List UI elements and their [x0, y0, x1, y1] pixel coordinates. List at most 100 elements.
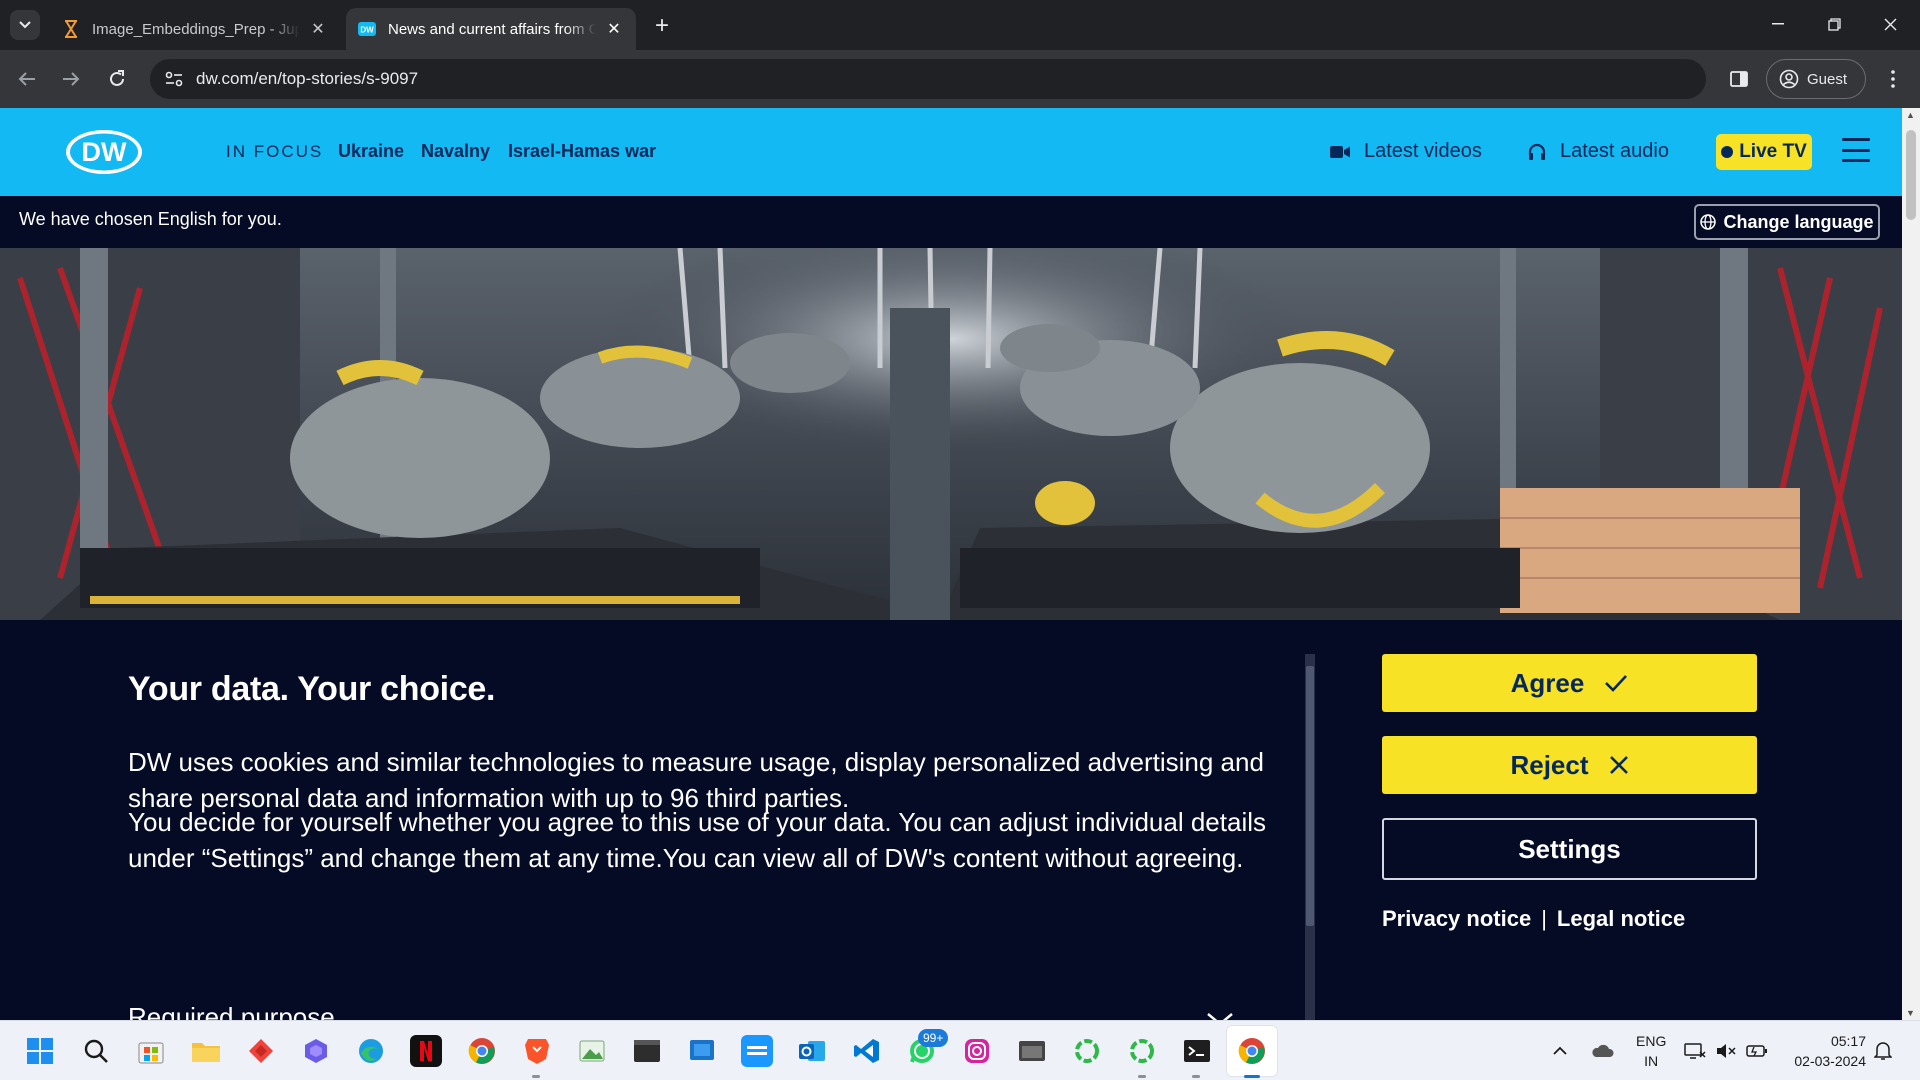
network-icon[interactable]: [1684, 1021, 1706, 1080]
image-viewer-icon[interactable]: [576, 1035, 608, 1067]
language-message: We have chosen English for you.: [19, 209, 282, 229]
video-camera-icon: [1330, 145, 1350, 159]
search-icon[interactable]: [80, 1035, 112, 1067]
legal-notice-link[interactable]: Legal notice: [1557, 906, 1685, 932]
forward-button[interactable]: [56, 64, 86, 94]
browser-tab-jupyter[interactable]: Image_Embeddings_Prep - Jupyter ✕: [50, 8, 340, 50]
change-language-label: Change language: [1723, 211, 1874, 232]
latest-audio-link[interactable]: Latest audio: [1528, 140, 1669, 163]
chrome-icon[interactable]: [466, 1035, 498, 1067]
latest-videos-label: Latest videos: [1364, 140, 1482, 162]
tab-search-button[interactable]: [10, 10, 40, 40]
consent-paragraph-2: You decide for yourself whether you agre…: [128, 807, 1267, 873]
page-scrollbar[interactable]: ▲ ▼: [1902, 108, 1920, 1020]
battery-icon[interactable]: [1746, 1021, 1768, 1080]
window-manager-icon[interactable]: [1016, 1035, 1048, 1067]
side-panel-button[interactable]: [1724, 64, 1754, 94]
reject-button[interactable]: Reject: [1382, 736, 1757, 794]
latest-audio-label: Latest audio: [1560, 140, 1669, 162]
site-settings-icon[interactable]: [154, 59, 194, 99]
legal-links: Privacy notice | Legal notice: [1382, 906, 1685, 932]
agree-button[interactable]: Agree: [1382, 654, 1757, 712]
browser-tab-dw[interactable]: DW News and current affairs from Germany…: [346, 8, 636, 50]
agree-label: Agree: [1510, 667, 1585, 698]
required-purpose-heading[interactable]: Required purpose: [128, 1002, 335, 1020]
command-prompt-icon[interactable]: [1181, 1035, 1213, 1067]
new-tab-button[interactable]: +: [648, 12, 676, 40]
link-separator: |: [1541, 906, 1547, 931]
input-language[interactable]: ENG IN: [1636, 1031, 1666, 1071]
headphones-icon: [1528, 143, 1546, 161]
focus-link-ukraine[interactable]: Ukraine: [338, 141, 404, 162]
browser-menu-button[interactable]: [1878, 64, 1908, 94]
tab-title: News and current affairs from Germany: [388, 20, 596, 38]
live-dot-icon: [1721, 146, 1734, 158]
chrome-icon[interactable]: [1236, 1035, 1268, 1067]
bell-icon: [1874, 1042, 1892, 1060]
focus-link-navalny[interactable]: Navalny: [421, 141, 490, 162]
onedrive-icon[interactable]: [1590, 1021, 1614, 1080]
notifications-button[interactable]: [1874, 1021, 1892, 1080]
profile-icon: [1779, 69, 1799, 89]
change-language-button[interactable]: Change language: [1694, 204, 1880, 240]
loader-icon[interactable]: [1071, 1035, 1103, 1067]
copilot-icon[interactable]: [300, 1035, 332, 1067]
svg-text:DW: DW: [82, 137, 127, 167]
dw-favicon-icon: DW: [358, 20, 376, 38]
file-explorer-icon[interactable]: [190, 1035, 222, 1067]
anydesk-icon[interactable]: [245, 1035, 277, 1067]
loader-icon[interactable]: [1126, 1035, 1158, 1067]
site-header: DW IN FOCUS Ukraine Navalny Israel-Hamas…: [0, 108, 1902, 196]
windows-app-icon[interactable]: [686, 1035, 718, 1067]
close-icon: [1609, 755, 1629, 775]
live-tv-button[interactable]: Live TV: [1716, 134, 1812, 170]
back-button[interactable]: [12, 64, 42, 94]
focus-link-israel-hamas-war[interactable]: Israel-Hamas war: [508, 141, 656, 162]
scroll-up-icon[interactable]: ▲: [1906, 110, 1915, 120]
notification-badge: 99+: [918, 1029, 949, 1047]
arrow-left-icon: [18, 72, 35, 86]
settings-button[interactable]: Settings: [1382, 818, 1757, 880]
profile-button[interactable]: Guest: [1766, 59, 1866, 99]
privacy-notice-link[interactable]: Privacy notice: [1382, 906, 1531, 932]
minimize-button[interactable]: [1754, 6, 1802, 42]
hamburger-menu-icon[interactable]: [1842, 138, 1870, 162]
reload-button[interactable]: [102, 64, 132, 94]
settings-label: Settings: [1518, 833, 1621, 864]
netflix-icon[interactable]: [410, 1035, 442, 1067]
address-bar[interactable]: dw.com/en/top-stories/s-9097: [150, 59, 1706, 99]
dw-logo[interactable]: DW: [64, 128, 144, 176]
close-icon: [1884, 18, 1896, 30]
cookie-consent-panel: Your data. Your choice. DW uses cookies …: [0, 620, 1902, 1020]
language-bar: We have chosen English for you. Change l…: [0, 196, 1902, 248]
close-tab-icon[interactable]: ✕: [604, 19, 624, 39]
latest-videos-link[interactable]: Latest videos: [1330, 140, 1482, 163]
microsoft-store-icon[interactable]: [135, 1035, 167, 1067]
chevron-down-icon[interactable]: [1206, 1012, 1234, 1020]
vscode-icon[interactable]: [851, 1035, 883, 1067]
taskbar-clock[interactable]: 05:17 02-03-2024: [1784, 1031, 1866, 1071]
chevron-down-icon: [19, 21, 31, 29]
restore-button[interactable]: [1810, 6, 1858, 42]
instagram-icon[interactable]: [961, 1035, 993, 1067]
close-tab-icon[interactable]: ✕: [308, 19, 328, 39]
outlook-icon[interactable]: [796, 1035, 828, 1067]
browser-toolbar: dw.com/en/top-stories/s-9097 Guest: [0, 50, 1920, 108]
hero-image: [0, 248, 1902, 620]
show-hidden-icons-button[interactable]: [1552, 1021, 1568, 1080]
page-viewport: DW IN FOCUS Ukraine Navalny Israel-Hamas…: [0, 108, 1920, 1020]
volume-muted-icon[interactable]: [1716, 1021, 1736, 1080]
scroll-down-icon[interactable]: ▼: [1906, 1008, 1915, 1018]
terminal-app-icon[interactable]: [631, 1035, 663, 1067]
prime-video-icon[interactable]: [741, 1035, 773, 1067]
check-icon: [1604, 674, 1628, 692]
clock-date: 02-03-2024: [1794, 1053, 1866, 1069]
brave-icon[interactable]: [521, 1035, 553, 1067]
more-vertical-icon: [1891, 70, 1895, 88]
scrollbar-thumb[interactable]: [1906, 130, 1916, 220]
windows-start-icon[interactable]: [24, 1035, 56, 1067]
consent-scrollbar[interactable]: [1305, 654, 1315, 1020]
edge-icon[interactable]: [355, 1035, 387, 1067]
browser-tab-bar: Image_Embeddings_Prep - Jupyter ✕ DW New…: [0, 0, 1920, 50]
close-window-button[interactable]: [1866, 6, 1914, 42]
